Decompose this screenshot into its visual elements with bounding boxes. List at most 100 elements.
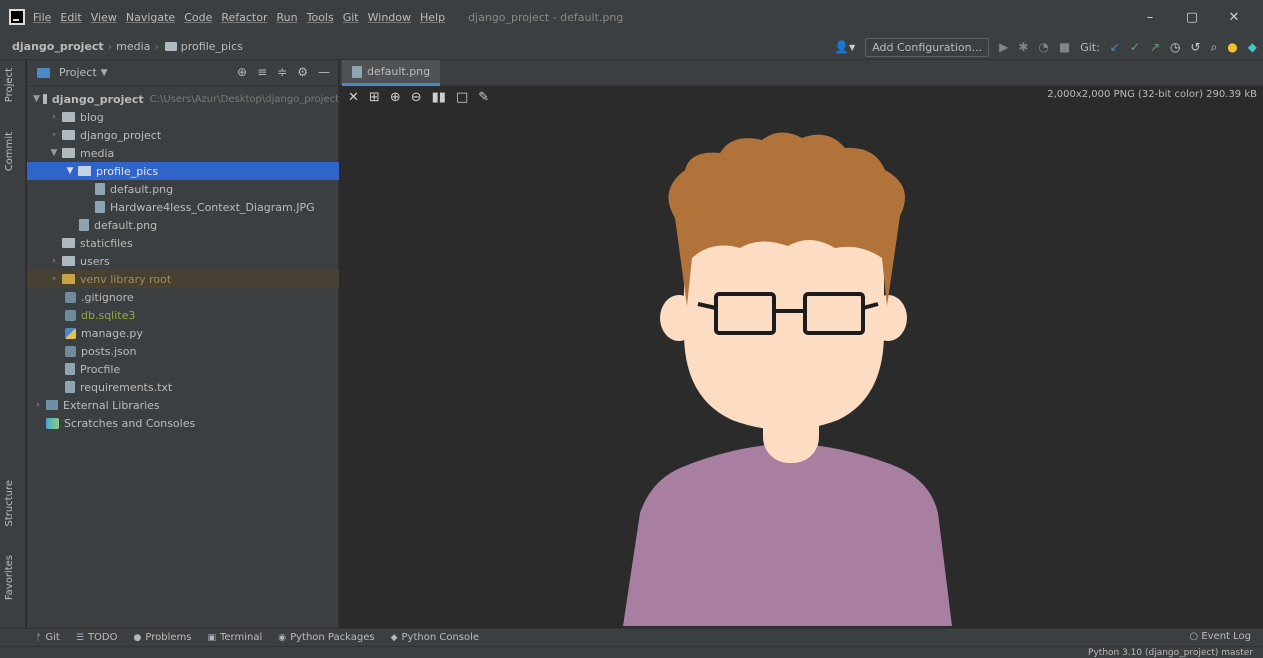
tree-item-users[interactable]: › users	[27, 252, 339, 270]
structure-tool-tab[interactable]: Structure	[4, 480, 15, 527]
add-configuration-button[interactable]: Add Configuration...	[865, 37, 990, 57]
tree-item-venv[interactable]: › venv library root	[27, 270, 339, 288]
folder-icon	[62, 274, 75, 284]
folder-icon	[78, 166, 91, 176]
project-tool-tab[interactable]: Project	[4, 68, 15, 102]
tree-item-scratches[interactable]: Scratches and Consoles	[27, 414, 339, 432]
breadcrumb-project[interactable]: django_project	[12, 40, 104, 53]
menu-tools[interactable]: Tools	[307, 11, 334, 24]
status-interpreter-branch[interactable]: Python 3.10 (django_project) master	[1088, 647, 1253, 658]
menu-code[interactable]: Code	[184, 11, 212, 24]
breadcrumb-media[interactable]: media	[116, 40, 150, 53]
stop-icon[interactable]: ■	[1059, 40, 1070, 54]
breadcrumb-profile-pics[interactable]: profile_pics	[181, 40, 243, 53]
todo-tool-button[interactable]: ☰ TODO	[76, 632, 118, 643]
tree-item-default-png-media[interactable]: default.png	[27, 216, 339, 234]
chessboard-icon[interactable]: □	[456, 90, 468, 105]
library-icon	[46, 400, 58, 410]
bottom-tool-bar: ᚠ Git ☰ TODO ● Problems ▣ Terminal ◉ Python P…	[0, 628, 1263, 646]
zoom-in-icon[interactable]: ⊕	[390, 90, 401, 105]
menu-file[interactable]: File	[33, 11, 51, 24]
chevron-right-icon[interactable]: ›	[49, 274, 59, 284]
terminal-tool-button[interactable]: ▣ Terminal	[207, 632, 262, 643]
plugin-icon[interactable]: ◆	[1248, 40, 1257, 54]
python-packages-tool-button[interactable]: ◉ Python Packages	[278, 632, 374, 643]
coverage-icon[interactable]: ◔	[1038, 40, 1048, 54]
menu-git[interactable]: Git	[343, 11, 359, 24]
grid-icon[interactable]: ⊞	[369, 90, 380, 105]
chevron-down-icon[interactable]: ▼	[101, 68, 108, 78]
tree-item-django-project-root[interactable]: ▼ django_project C:\Users\Azur\Desktop\d…	[27, 90, 339, 108]
chevron-down-icon[interactable]: ▼	[65, 166, 75, 176]
project-view-selector[interactable]: Project	[59, 66, 97, 79]
history-icon[interactable]: ◷	[1170, 40, 1180, 54]
tree-item-media[interactable]: ▼ media	[27, 144, 339, 162]
tab-default-png[interactable]: default.png	[342, 60, 441, 86]
chevron-down-icon[interactable]: ▼	[49, 148, 59, 158]
image-info: 2,000x2,000 PNG (32-bit color) 290.39 kB	[1047, 89, 1257, 100]
menu-help[interactable]: Help	[420, 11, 445, 24]
project-panel-header: Project ▼ ⊕ ≡ ≑ ⚙ —	[27, 60, 338, 86]
maximize-button[interactable]: ▢	[1171, 10, 1213, 25]
chevron-right-icon[interactable]: ›	[49, 130, 59, 140]
event-log-button[interactable]: ○ Event Log	[1189, 631, 1251, 642]
tree-item-procfile[interactable]: Procfile	[27, 360, 339, 378]
expand-all-icon[interactable]: ≑	[277, 65, 287, 79]
scratches-icon	[46, 417, 59, 429]
debug-icon[interactable]: ✱	[1018, 40, 1028, 54]
minimize-button[interactable]: –	[1129, 10, 1171, 25]
menu-navigate[interactable]: Navigate	[126, 11, 175, 24]
menu-window[interactable]: Window	[368, 11, 411, 24]
chevron-right-icon[interactable]: ›	[49, 112, 59, 122]
menu-bar: File Edit View Navigate Code Refactor Ru…	[0, 0, 1263, 34]
collapse-all-icon[interactable]: ≡	[257, 65, 267, 79]
color-picker-icon[interactable]: ✎	[478, 90, 489, 105]
tree-item-blog[interactable]: › blog	[27, 108, 339, 126]
commit-tool-tab[interactable]: Commit	[4, 132, 15, 171]
ide-updates-icon[interactable]: ●	[1227, 40, 1237, 54]
git-label: Git:	[1080, 40, 1100, 54]
folder-icon	[62, 238, 75, 248]
tree-item-profile-pics[interactable]: ▼ profile_pics	[27, 162, 339, 180]
tree-item-gitignore[interactable]: .gitignore	[27, 288, 339, 306]
menu-refactor[interactable]: Refactor	[221, 11, 267, 24]
search-icon[interactable]: ⌕	[1211, 40, 1218, 55]
tree-item-db-sqlite3[interactable]: db.sqlite3	[27, 306, 339, 324]
tree-item-requirements[interactable]: requirements.txt	[27, 378, 339, 396]
fit-to-window-icon[interactable]: ✕	[348, 90, 359, 105]
chevron-down-icon[interactable]: ▼	[33, 94, 40, 104]
tree-item-external-libraries[interactable]: › External Libraries	[27, 396, 339, 414]
user-icon[interactable]: 👤▾	[834, 40, 855, 54]
rollback-icon[interactable]: ↺	[1190, 40, 1200, 54]
favorites-tool-tab[interactable]: Favorites	[4, 555, 15, 600]
tree-item-staticfiles[interactable]: staticfiles	[27, 234, 339, 252]
close-button[interactable]: ✕	[1213, 10, 1255, 25]
menu-view[interactable]: View	[91, 11, 117, 24]
tree-item-manage-py[interactable]: manage.py	[27, 324, 339, 342]
folder-icon	[42, 94, 47, 104]
image-file-icon	[95, 201, 105, 213]
hide-panel-icon[interactable]: —	[318, 65, 330, 79]
zoom-out-icon[interactable]: ⊖	[411, 90, 422, 105]
python-console-tool-button[interactable]: ◆ Python Console	[391, 632, 479, 643]
tree-item-context-diagram[interactable]: Hardware4less_Context_Diagram.JPG	[27, 198, 339, 216]
menu-run[interactable]: Run	[277, 11, 298, 24]
git-tool-button[interactable]: ᚠ Git	[36, 632, 60, 643]
navigation-bar: django_project › media › profile_pics 👤▾…	[0, 34, 1263, 60]
problems-tool-button[interactable]: ● Problems	[134, 632, 192, 643]
git-push-icon[interactable]: ↗	[1150, 40, 1160, 54]
chevron-right-icon[interactable]: ›	[33, 400, 43, 410]
menu-edit[interactable]: Edit	[60, 11, 81, 24]
actual-size-icon[interactable]: ▮▮	[432, 90, 446, 105]
chevron-right-icon[interactable]: ›	[49, 256, 59, 266]
tree-item-default-png[interactable]: default.png	[27, 180, 339, 198]
tree-item-django-project[interactable]: › django_project	[27, 126, 339, 144]
git-commit-icon[interactable]: ✓	[1130, 40, 1140, 54]
event-log-icon: ○	[1189, 631, 1199, 642]
tree-item-posts-json[interactable]: posts.json	[27, 342, 339, 360]
git-update-icon[interactable]: ↙	[1110, 40, 1120, 54]
python-file-icon	[65, 327, 76, 339]
run-icon[interactable]: ▶	[999, 40, 1008, 54]
settings-gear-icon[interactable]: ⚙	[297, 65, 308, 79]
locate-icon[interactable]: ⊕	[237, 65, 247, 79]
